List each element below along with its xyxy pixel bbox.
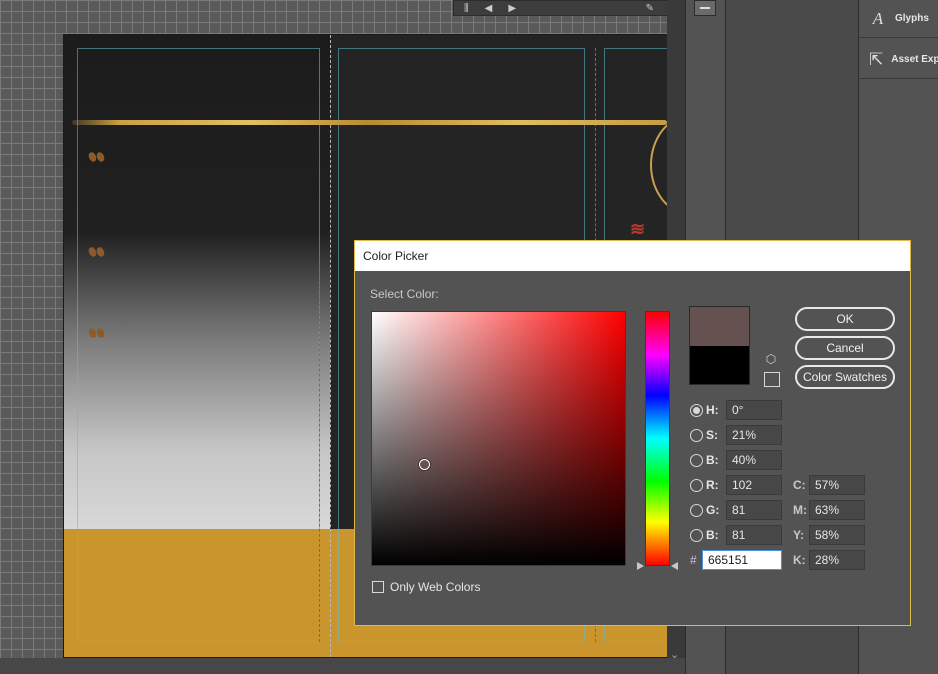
control-toolbar: ⫼ ◀ ▶ ✎ — [453, 0, 685, 16]
hex-label: # — [690, 553, 697, 567]
select-color-label: Select Color: — [370, 287, 439, 301]
gamut-cube-icon[interactable]: ⬡ — [764, 352, 778, 366]
coffee-bean-icon — [87, 244, 113, 262]
blue-label: B: — [706, 528, 719, 542]
yellow-label: Y: — [793, 528, 805, 542]
toolbar-tool-icon[interactable]: ⫼ — [464, 3, 469, 14]
black-input[interactable]: 28% — [809, 550, 865, 570]
color-field-cursor[interactable] — [419, 459, 430, 470]
steam-logo-icon: ≋ — [630, 219, 646, 239]
hex-input[interactable]: 665151 — [702, 550, 782, 570]
saturation-row: S: 21% — [690, 425, 782, 445]
hue-slider-handle-right[interactable] — [671, 562, 678, 570]
brightness-label: B: — [706, 453, 719, 467]
cyan-label: C: — [793, 478, 806, 492]
only-web-colors-label[interactable]: Only Web Colors — [390, 580, 480, 594]
magenta-label: M: — [793, 503, 807, 517]
green-radio[interactable] — [690, 503, 703, 517]
cyan-input[interactable]: 57% — [809, 475, 865, 495]
brightness-row: B: 40% — [690, 450, 782, 470]
collapse-panel-button[interactable] — [694, 0, 716, 16]
panel-glyphs[interactable]: A Glyphs — [859, 0, 938, 38]
coffee-bean-icon — [87, 149, 113, 167]
arrow-left-icon[interactable]: ◀ — [485, 3, 493, 14]
saturation-input[interactable]: 21% — [726, 425, 782, 445]
eyedropper-icon[interactable]: ✎ — [646, 3, 654, 14]
green-label: G: — [706, 503, 720, 517]
brightness-input[interactable]: 40% — [726, 450, 782, 470]
horizontal-scrollbar[interactable] — [0, 658, 685, 674]
hue-radio[interactable] — [690, 403, 703, 417]
blue-row: B: 81 — [690, 525, 782, 545]
magenta-input[interactable]: 63% — [809, 500, 865, 520]
glyphs-icon: A — [872, 8, 884, 28]
red-radio[interactable] — [690, 478, 703, 492]
web-safe-swatch[interactable] — [764, 372, 780, 387]
hex-row: # 665151 — [688, 550, 782, 570]
new-color-swatch — [689, 306, 750, 346]
cancel-button[interactable]: Cancel — [795, 336, 895, 360]
yellow-input[interactable]: 58% — [809, 525, 865, 545]
only-web-colors-row: Only Web Colors — [372, 580, 480, 594]
hue-row: H: 0° — [690, 400, 782, 420]
hue-slider[interactable] — [645, 311, 670, 566]
only-web-colors-checkbox[interactable] — [372, 581, 384, 593]
hue-label: H: — [706, 403, 719, 417]
coffee-bean-icon — [87, 325, 113, 343]
original-color-swatch[interactable] — [689, 346, 750, 385]
green-row: G: 81 — [690, 500, 782, 520]
arrow-right-icon[interactable]: ▶ — [508, 3, 516, 14]
cyan-row: C: 57% — [793, 475, 865, 495]
red-row: R: 102 — [690, 475, 782, 495]
green-input[interactable]: 81 — [726, 500, 782, 520]
saturation-label: S: — [706, 428, 718, 442]
black-label: K: — [793, 553, 806, 567]
black-row: K: 28% — [793, 550, 865, 570]
brightness-radio[interactable] — [690, 453, 703, 467]
blue-radio[interactable] — [690, 528, 703, 542]
panel-asset-export-label: Asset Exp — [891, 54, 938, 65]
color-swatches-button[interactable]: Color Swatches — [795, 365, 895, 389]
hue-input[interactable]: 0° — [726, 400, 782, 420]
panel-glyphs-label: Glyphs — [895, 13, 929, 24]
yellow-row: Y: 58% — [793, 525, 865, 545]
bleed-guide-1 — [319, 48, 320, 642]
fold-line — [330, 35, 331, 657]
ok-button[interactable]: OK — [795, 307, 895, 331]
asset-export-icon: ⇱ — [869, 49, 884, 69]
panel-asset-export[interactable]: ⇱ Asset Exp — [859, 41, 938, 79]
margin-guide-left — [77, 48, 320, 642]
red-input[interactable]: 102 — [726, 475, 782, 495]
saturation-brightness-field[interactable] — [371, 311, 626, 566]
color-picker-dialog: Color Picker Select Color: ⬡ OK Cancel C… — [354, 240, 911, 626]
gold-rope-divider — [72, 120, 667, 125]
saturation-radio[interactable] — [690, 428, 703, 442]
red-label: R: — [706, 478, 719, 492]
magenta-row: M: 63% — [793, 500, 865, 520]
hue-slider-handle-left[interactable] — [637, 562, 644, 570]
blue-input[interactable]: 81 — [726, 525, 782, 545]
dialog-title[interactable]: Color Picker — [355, 241, 910, 271]
